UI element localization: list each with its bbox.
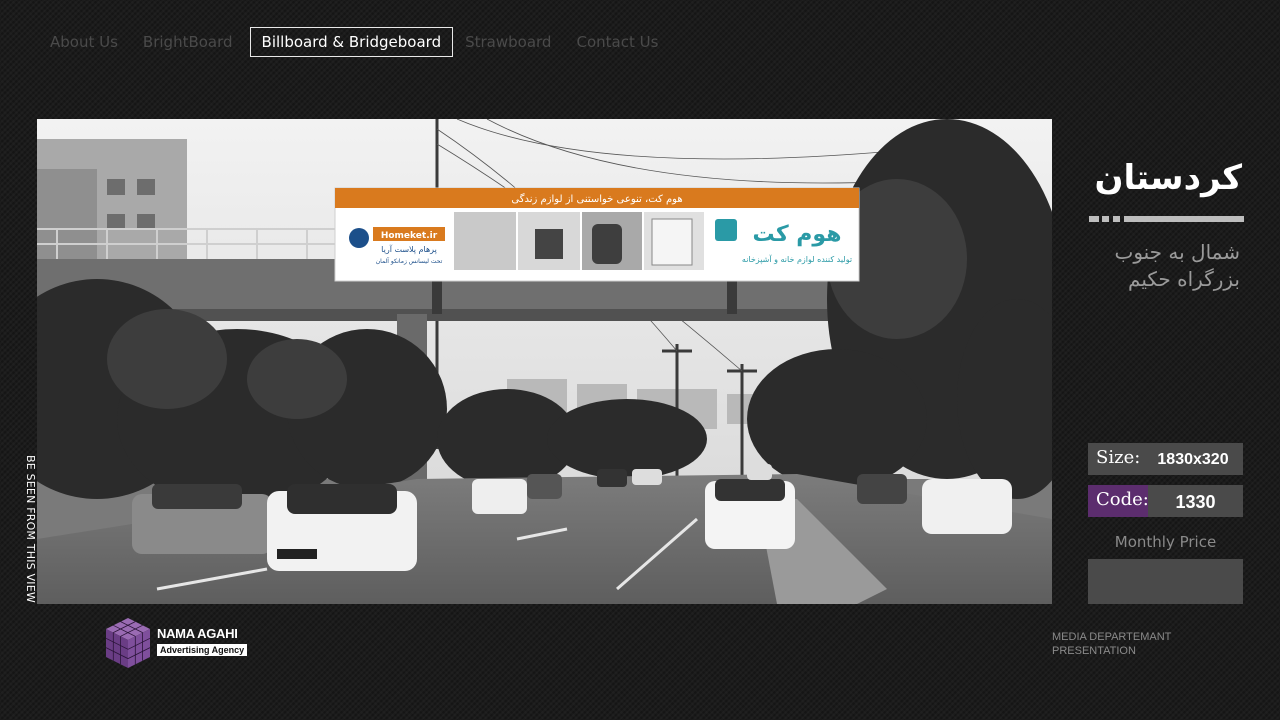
ad-company: پرهام پلاست آریا xyxy=(381,244,437,254)
monthly-price-label: Monthly Price xyxy=(1114,533,1217,551)
ad-license: تحت لیسانس زمانکو آلمان xyxy=(376,256,443,265)
ad-website: Homeket.ir xyxy=(381,231,438,241)
agency-logo[interactable]: NAMA AGAHI Advertising Agency xyxy=(104,616,254,670)
top-nav: About Us BrightBoard Billboard & Bridgeb… xyxy=(50,27,683,57)
footer-note: MEDIA DEPARTEMANT PRESENTATION xyxy=(1052,631,1172,657)
billboard-ad-panel: هوم کت، تنوعی خواستنی از لوازم زندگی هوم… xyxy=(334,187,860,282)
nav-billboard-bridgeboard[interactable]: Billboard & Bridgeboard xyxy=(249,27,454,57)
logo-tagline: Advertising Agency xyxy=(157,644,248,656)
nav-about-us[interactable]: About Us xyxy=(50,33,118,51)
street-scene-illustration: هوم کت، تنوعی خواستنی از لوازم زندگی هوم… xyxy=(37,119,1052,604)
size-row: Size: 1830x320 xyxy=(1088,443,1243,475)
cube-logo-icon xyxy=(105,618,151,668)
code-value: 1330 xyxy=(1175,492,1216,512)
ad-brand: هوم کت xyxy=(753,222,842,247)
view-caption: Be seen from this view xyxy=(24,455,37,603)
logo-name: NAMA AGAHI xyxy=(157,626,238,641)
location-line-1: شمال به جنوب xyxy=(1114,240,1240,264)
nav-strawboard[interactable]: Strawboard xyxy=(465,33,551,51)
code-row: Code: 1330 xyxy=(1088,485,1243,517)
title-divider xyxy=(1089,216,1244,222)
location-line-2: بزرگراه حکیم xyxy=(1128,267,1240,291)
monthly-price-value xyxy=(1088,559,1243,604)
code-label: Code: xyxy=(1088,485,1149,517)
ad-tagline: تولید کننده لوازم خانه و آشپزخانه xyxy=(742,254,852,264)
billboard-location-photo: هوم کت، تنوعی خواستنی از لوازم زندگی هوم… xyxy=(37,119,1052,604)
size-value: 1830x320 xyxy=(1157,451,1229,468)
location-description: شمال به جنوب بزرگراه حکیم xyxy=(1090,239,1240,293)
nav-brightboard[interactable]: BrightBoard xyxy=(143,33,233,51)
city-title: کردستان xyxy=(1094,158,1242,198)
ad-headline: هوم کت، تنوعی خواستنی از لوازم زندگی xyxy=(511,193,682,205)
nav-contact-us[interactable]: Contact Us xyxy=(576,33,658,51)
size-label: Size: xyxy=(1096,447,1141,468)
